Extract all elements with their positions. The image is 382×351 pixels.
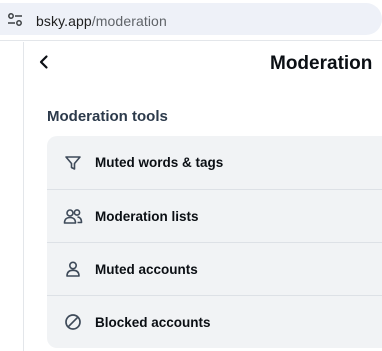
url-host: bsky.app — [36, 13, 92, 29]
list-item-label: Muted accounts — [95, 261, 198, 277]
header-divider — [0, 40, 382, 41]
list-item-muted-accounts[interactable]: Muted accounts — [47, 242, 382, 295]
list-item-label: Blocked accounts — [95, 314, 211, 330]
moderation-tools-list: Muted words & tags Moderation lists Mute… — [47, 136, 382, 348]
browser-address-bar: bsky.app/moderation — [0, 0, 382, 40]
url-text[interactable]: bsky.app/moderation — [36, 13, 167, 29]
url-path: /moderation — [91, 13, 167, 29]
block-icon — [63, 312, 83, 332]
list-item-blocked-accounts[interactable]: Blocked accounts — [47, 295, 382, 348]
list-item-muted-words[interactable]: Muted words & tags — [47, 136, 382, 189]
people-icon — [63, 206, 83, 226]
url-pill[interactable]: bsky.app/moderation — [0, 3, 382, 35]
list-item-moderation-lists[interactable]: Moderation lists — [47, 189, 382, 242]
list-item-label: Muted words & tags — [95, 155, 224, 170]
sidebar-divider — [23, 42, 24, 351]
site-info-icon[interactable] — [6, 11, 24, 29]
list-item-label: Moderation lists — [95, 208, 199, 224]
page-title: Moderation — [270, 53, 373, 74]
filter-icon — [63, 153, 83, 173]
chevron-left-icon — [36, 54, 52, 75]
person-icon — [63, 259, 83, 279]
section-title-moderation-tools: Moderation tools — [47, 108, 168, 125]
back-button[interactable] — [32, 52, 56, 76]
